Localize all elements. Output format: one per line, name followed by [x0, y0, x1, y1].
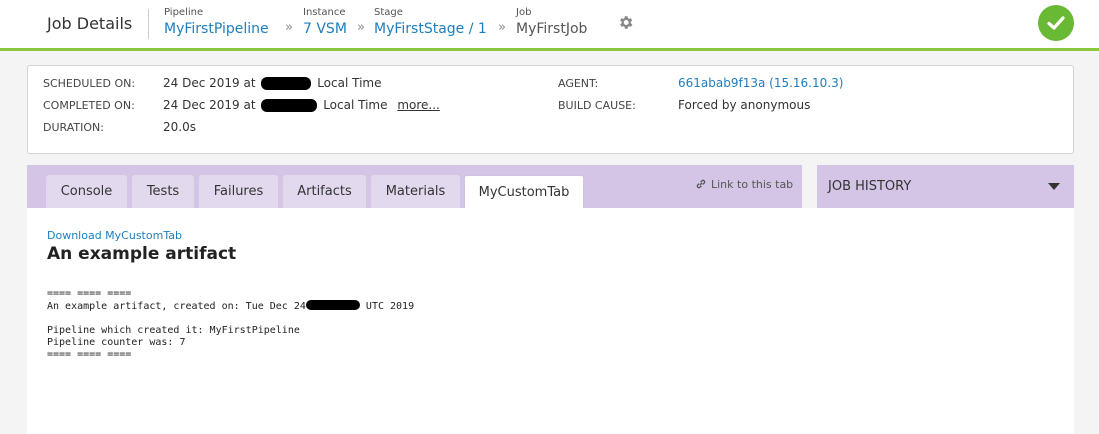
breadcrumb-job-value: MyFirstJob — [516, 21, 588, 37]
breadcrumb-instance-link[interactable]: 7 VSM — [303, 21, 347, 37]
agent-link[interactable]: 661abab9f13a (15.16.10.3) — [678, 76, 843, 90]
agent-label: AGENT: — [558, 77, 599, 90]
breadcrumb-separator: » — [357, 20, 365, 35]
artifact-line: ==== ==== ==== — [47, 349, 132, 360]
artifact-line: ==== ==== ==== — [47, 288, 132, 299]
job-info-panel: SCHEDULED ON: 24 Dec 2019 at Local Time … — [27, 65, 1074, 154]
breadcrumb-instance-label: Instance — [303, 7, 346, 18]
completed-label: COMPLETED ON: — [43, 99, 135, 112]
artifact-line: UTC 2019 — [365, 301, 415, 312]
breadcrumb-pipeline-link[interactable]: MyFirstPipeline — [164, 21, 269, 37]
tab-console[interactable]: Console — [46, 175, 127, 208]
scheduled-label: SCHEDULED ON: — [43, 77, 136, 90]
breadcrumb-pipeline: Pipeline MyFirstPipeline — [164, 7, 269, 37]
job-history-panel[interactable]: JOB HISTORY — [817, 165, 1074, 208]
gear-icon[interactable] — [617, 14, 634, 31]
artifact-line: Pipeline counter was: 7 — [47, 337, 186, 348]
breadcrumb-job-label: Job — [516, 7, 532, 18]
page-header: Job Details Pipeline MyFirstPipeline » I… — [0, 0, 1099, 51]
more-link[interactable]: more... — [397, 98, 440, 112]
artifact-title: An example artifact — [47, 244, 237, 264]
link-icon — [696, 179, 706, 189]
tab-artifacts[interactable]: Artifacts — [283, 175, 366, 208]
header-divider — [148, 9, 149, 39]
duration-label: DURATION: — [43, 121, 104, 134]
job-history-title: JOB HISTORY — [828, 179, 912, 194]
artifact-line: Pipeline which created it: MyFirstPipeli… — [47, 325, 300, 336]
artifact-text: ==== ==== ==== An example artifact, crea… — [47, 288, 414, 361]
scheduled-date: 24 Dec 2019 at — [163, 76, 256, 90]
completed-timezone: Local Time — [323, 98, 388, 112]
redaction-mark — [261, 77, 312, 90]
page-title: Job Details — [47, 14, 133, 33]
tab-tests[interactable]: Tests — [132, 175, 194, 208]
scheduled-value: 24 Dec 2019 at Local Time — [163, 76, 381, 90]
build-cause-label: BUILD CAUSE: — [558, 99, 636, 112]
completed-date: 24 Dec 2019 at — [163, 98, 256, 112]
scheduled-timezone: Local Time — [317, 76, 382, 90]
duration-value: 20.0s — [163, 120, 196, 134]
chevron-down-icon[interactable] — [1048, 183, 1060, 190]
redaction-mark — [305, 300, 360, 310]
tab-materials[interactable]: Materials — [371, 175, 460, 208]
check-circle-icon — [1038, 5, 1074, 41]
breadcrumb-instance: Instance 7 VSM — [303, 7, 347, 37]
breadcrumb-stage-link[interactable]: MyFirstStage / 1 — [374, 21, 487, 37]
tab-failures[interactable]: Failures — [199, 175, 278, 208]
breadcrumb-stage-label: Stage — [374, 7, 403, 18]
redaction-mark — [261, 99, 318, 112]
job-tabs-bar: Console Tests Failures Artifacts Materia… — [27, 165, 802, 209]
breadcrumb-stage: Stage MyFirstStage / 1 — [374, 7, 487, 37]
build-cause-value: Forced by anonymous — [678, 98, 811, 112]
tab-mycustomtab[interactable]: MyCustomTab — [464, 175, 584, 209]
download-link[interactable]: Download MyCustomTab — [47, 229, 182, 242]
tab-content: Download MyCustomTab An example artifact… — [27, 208, 1074, 434]
breadcrumb-separator: » — [498, 20, 506, 35]
completed-value: 24 Dec 2019 at Local Time more... — [163, 98, 440, 112]
breadcrumb-job: Job MyFirstJob — [516, 7, 587, 37]
artifact-line: An example artifact, created on: Tue Dec… — [47, 301, 306, 312]
link-to-tab[interactable]: Link to this tab — [695, 178, 793, 191]
link-to-tab-label: Link to this tab — [711, 178, 794, 191]
breadcrumb-separator: » — [285, 20, 293, 35]
breadcrumb-pipeline-label: Pipeline — [164, 7, 204, 18]
